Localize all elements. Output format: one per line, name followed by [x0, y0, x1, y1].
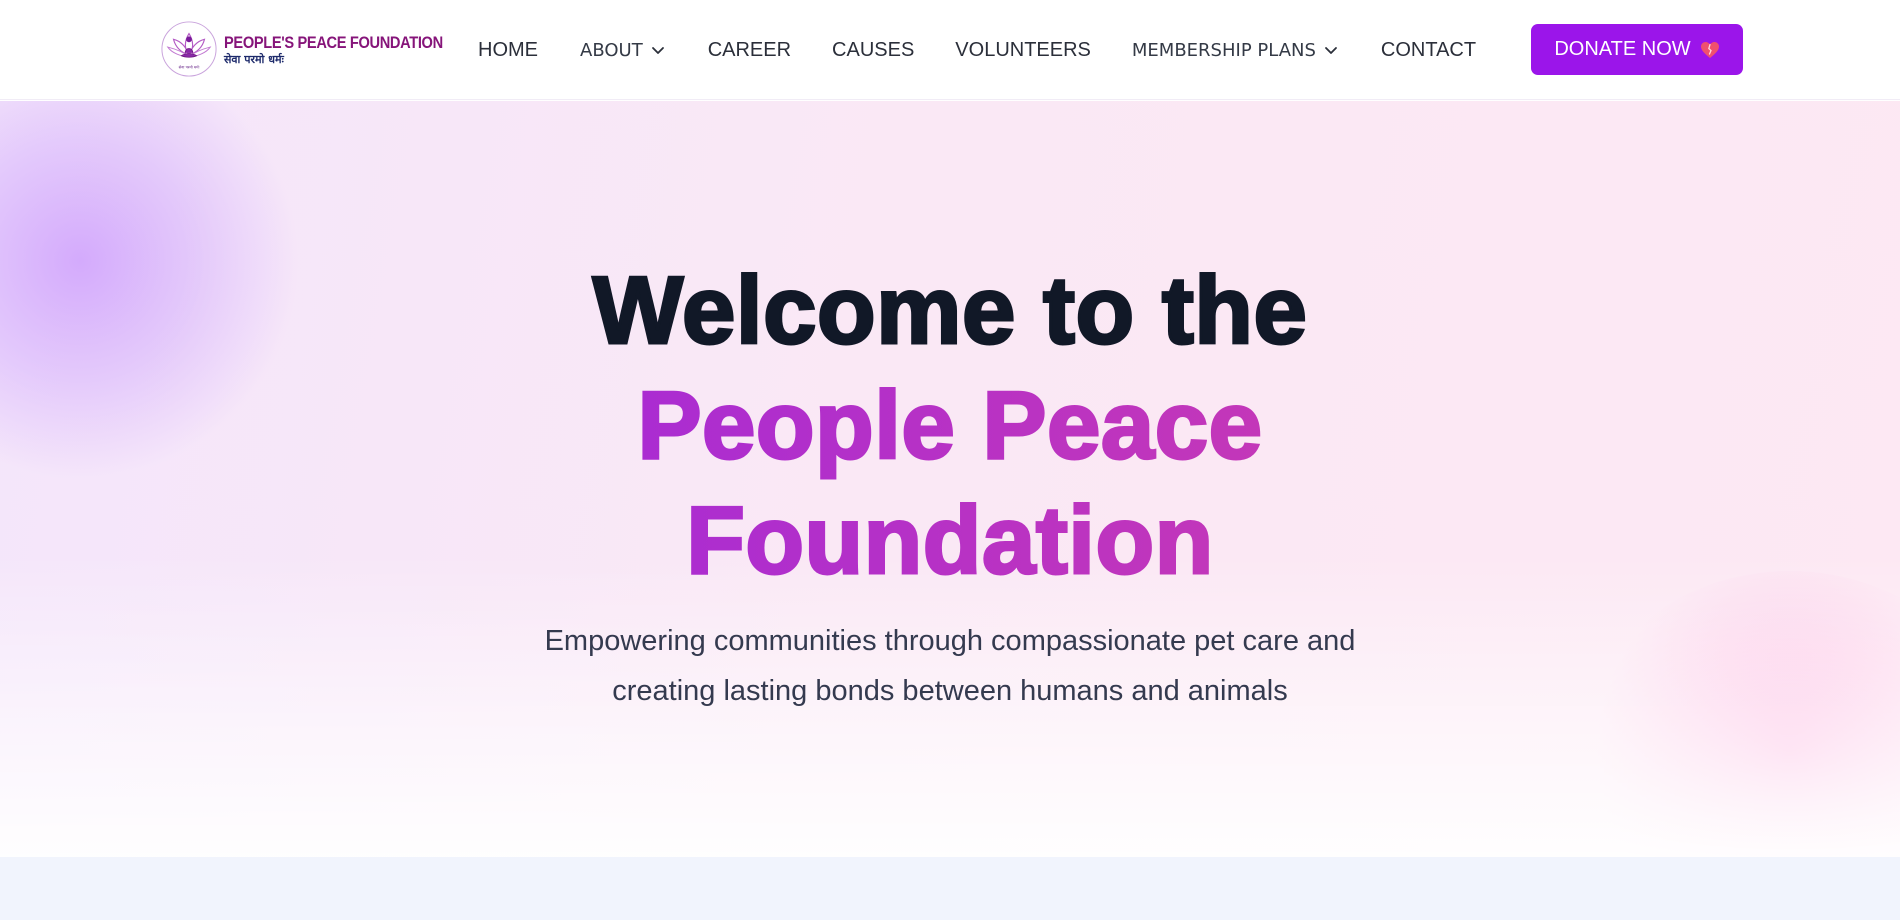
nav-career-label: CAREER: [707, 38, 792, 61]
nav-contact-label: CONTACT: [1380, 38, 1477, 61]
logo-title: PEOPLE'S PEACE FOUNDATION: [224, 32, 443, 52]
nav-career[interactable]: CAREER: [708, 39, 791, 62]
hero-subtitle: Empowering communities through compassio…: [490, 616, 1410, 716]
nav-home[interactable]: HOME: [478, 39, 538, 62]
hero-subtitle-line2: creating lasting bonds between humans an…: [612, 675, 1288, 707]
chevron-down-icon: [1325, 47, 1337, 54]
nav-causes-label: CAUSES: [832, 38, 915, 61]
nav-membership-plans-label: MEMBERSHIP PLANS: [1131, 39, 1316, 61]
nav-volunteers[interactable]: VOLUNTEERS: [955, 39, 1091, 62]
nav-volunteers-label: VOLUNTEERS: [955, 38, 1091, 61]
hero-title-line2: People Peace: [0, 368, 1900, 483]
nav-home-label: HOME: [478, 38, 538, 61]
nav-causes[interactable]: CAUSES: [832, 39, 914, 62]
hero-section: Welcome to the People Peace Foundation E…: [0, 101, 1900, 857]
hero-title: Welcome to the People Peace Foundation: [0, 253, 1900, 598]
donate-now-button[interactable]: DONATE NOW: [1531, 24, 1743, 75]
logo-text: PEOPLE'S PEACE FOUNDATION सेवा परमो धर्म…: [224, 34, 478, 65]
site-header: सेवा परमो धर्मः PEOPLE'S PEACE FOUNDATIO…: [0, 0, 1900, 100]
svg-text:सेवा परमो धर्मः: सेवा परमो धर्मः: [179, 64, 200, 69]
hero-title-line1: Welcome to the: [591, 256, 1308, 366]
logo-tagline: सेवा परमो धर्मः: [224, 52, 284, 66]
nav-contact[interactable]: CONTACT: [1381, 39, 1476, 62]
nav-membership-plans[interactable]: MEMBERSHIP PLANS: [1132, 40, 1339, 61]
main-nav: HOME ABOUT CAREER CAUSES VOLUNTEERS MEMB…: [478, 0, 1476, 100]
nav-about[interactable]: ABOUT: [580, 40, 666, 61]
donate-now-label: DONATE NOW: [1554, 38, 1691, 60]
heart-icon: [1700, 41, 1719, 58]
hero-title-line3: Foundation: [0, 483, 1900, 598]
chevron-down-icon: [651, 47, 664, 54]
logo[interactable]: सेवा परमो धर्मः PEOPLE'S PEACE FOUNDATIO…: [160, 18, 478, 80]
hero-subtitle-line1: Empowering communities through compassio…: [544, 625, 1356, 657]
lotus-meditation-logo-icon: सेवा परमो धर्मः: [161, 21, 217, 77]
nav-about-label: ABOUT: [580, 39, 643, 61]
next-section: [0, 857, 1900, 920]
